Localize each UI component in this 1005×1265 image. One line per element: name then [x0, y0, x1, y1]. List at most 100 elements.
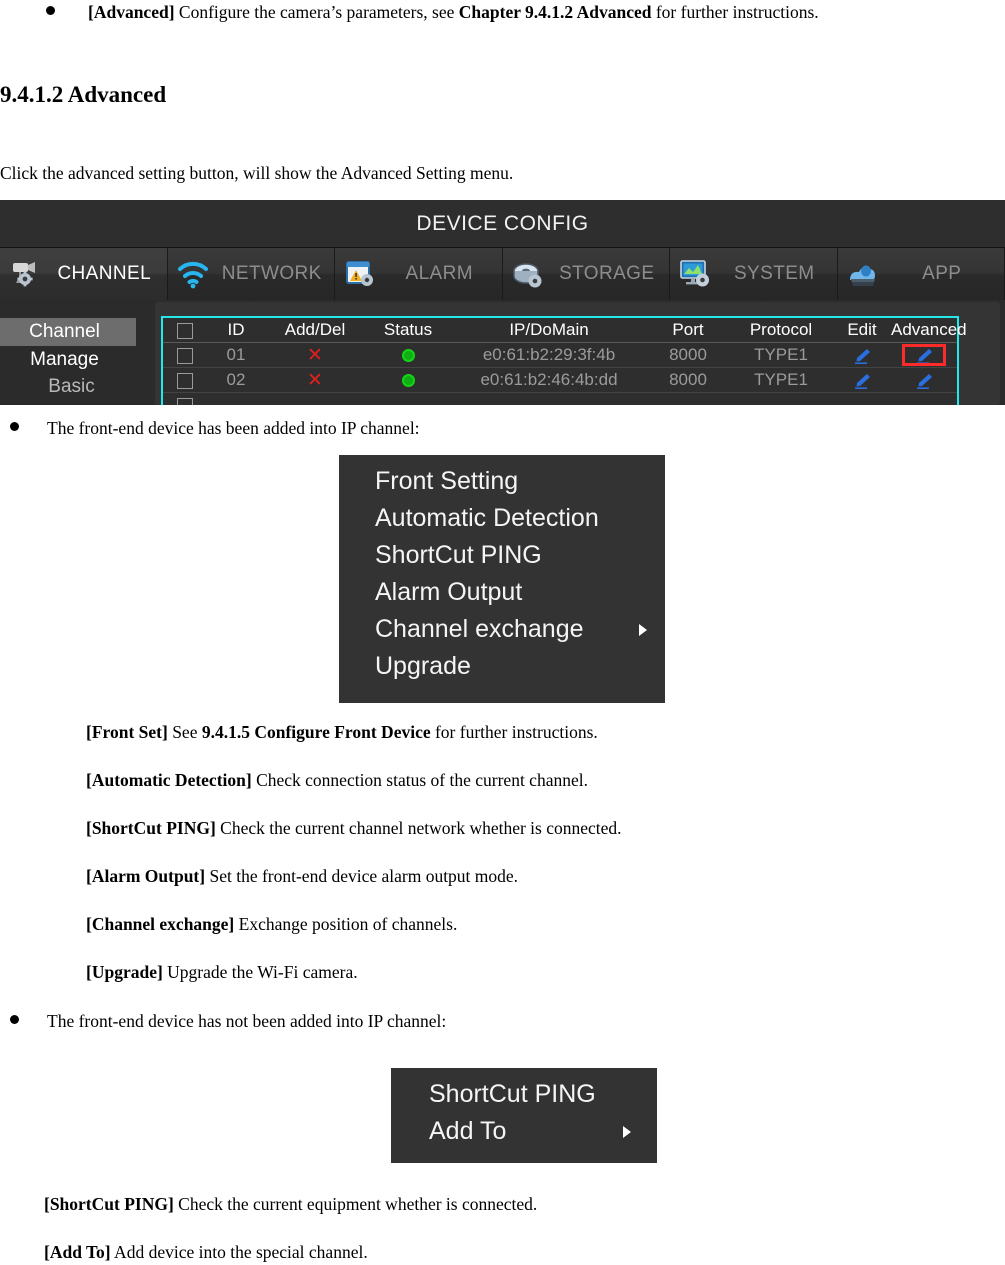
table-row[interactable]: 02 ✕ e0:61:b2:46:4b:dd 8000 TYPE1: [163, 367, 957, 393]
definition-body-1: See: [167, 722, 202, 742]
tab-storage[interactable]: STORAGE: [502, 248, 670, 300]
tab-alarm[interactable]: ALARM: [335, 248, 503, 300]
intro-paragraph: Click the advanced setting button, will …: [0, 163, 514, 183]
tab-app[interactable]: APP: [837, 248, 1005, 300]
delete-x-icon[interactable]: ✕: [307, 370, 323, 391]
row-port: 8000: [647, 342, 729, 368]
status-online-icon: [401, 349, 415, 363]
table-row[interactable]: 01 ✕ e0:61:b2:29:3f:4b 8000 TYPE1: [163, 342, 957, 368]
row-select-cell[interactable]: [163, 367, 207, 393]
menu-item-channel-exchange[interactable]: Channel exchange: [339, 611, 665, 648]
row-advanced[interactable]: [891, 367, 957, 393]
menu-item-upgrade[interactable]: Upgrade: [339, 648, 665, 685]
bullet-dot-icon: [10, 1015, 19, 1024]
tab-system[interactable]: SYSTEM: [670, 248, 838, 300]
row-checkbox[interactable]: [177, 372, 193, 389]
col-ip-domain: IP/DoMain: [451, 318, 647, 343]
definition-body-1: Set the front-end device alarm output mo…: [205, 866, 519, 886]
table-header-row: ID Add/Del Status IP/DoMain Port Protoco…: [163, 318, 967, 343]
row-protocol: TYPE1: [729, 342, 833, 368]
advanced-text-2: for further instructions.: [651, 2, 819, 22]
row-select-cell[interactable]: [163, 392, 207, 405]
edit-pencil-icon[interactable]: [852, 373, 872, 389]
menu-item-label: Upgrade: [375, 652, 471, 680]
row-status: [365, 342, 451, 368]
status-online-icon: [401, 374, 415, 388]
definition-ref: 9.4.1.5 Configure Front Device: [201, 722, 431, 742]
disk-gear-icon: [512, 263, 541, 288]
tab-channel-label: CHANNEL: [57, 263, 152, 284]
row-checkbox[interactable]: [177, 347, 193, 364]
menu-item-label: Automatic Detection: [375, 504, 599, 532]
tab-alarm-label: ALARM: [405, 263, 473, 284]
definition-term: [Front Set]: [86, 722, 168, 742]
row-checkbox[interactable]: [177, 397, 193, 405]
row-edit[interactable]: [833, 367, 891, 393]
sidebar-item-basic[interactable]: Basic: [0, 373, 143, 401]
menu-item-shortcut-ping[interactable]: ShortCut PING: [339, 537, 665, 574]
device-table: ID Add/Del Status IP/DoMain Port Protoco…: [163, 318, 967, 405]
col-port: Port: [647, 318, 729, 343]
menu-item-label: ShortCut PING: [375, 541, 542, 569]
menu-item-shortcut-ping[interactable]: ShortCut PING: [391, 1076, 657, 1113]
sidebar: Channel Manage Basic: [0, 300, 150, 405]
definition-automatic-detection: [Automatic Detection] Check connection s…: [86, 770, 588, 791]
bullet-advanced: [Advanced] Configure the camera’s parame…: [46, 2, 819, 23]
row-select-cell[interactable]: [163, 342, 207, 368]
row-id: 01: [207, 342, 265, 368]
edit-pencil-icon[interactable]: [852, 348, 872, 364]
device-table-container: ID Add/Del Status IP/DoMain Port Protoco…: [161, 316, 967, 405]
row-edit[interactable]: [833, 342, 891, 368]
definition-term: [Channel exchange]: [86, 914, 235, 934]
tab-network[interactable]: NETWORK: [167, 248, 335, 300]
menu-item-front-setting[interactable]: Front Setting: [339, 463, 665, 500]
tab-system-label: SYSTEM: [733, 263, 815, 284]
menu-item-add-to[interactable]: Add To: [391, 1113, 657, 1150]
row-id: 02: [207, 367, 265, 393]
row-add-del[interactable]: ✕: [265, 342, 365, 368]
camera-gear-icon: [13, 262, 35, 287]
menu-item-label: Front Setting: [375, 467, 519, 495]
app-cloud-icon: [849, 265, 875, 286]
definition-body-1: Check the current equipment whether is c…: [173, 1194, 538, 1214]
bullet-device-not-added: The front-end device has not been added …: [10, 1011, 446, 1032]
definition-shortcut-ping: [ShortCut PING] Check the current channe…: [86, 818, 622, 839]
menu-item-alarm-output[interactable]: Alarm Output: [339, 574, 665, 611]
row-port: 8000: [647, 367, 729, 393]
tab-channel[interactable]: CHANNEL: [0, 248, 168, 300]
table-row-partial[interactable]: [163, 392, 957, 405]
section-heading: 9.4.1.2 Advanced: [0, 82, 167, 107]
col-edit: Edit: [833, 318, 891, 343]
wifi-icon: [177, 261, 208, 289]
sidebar-item-channel-manage[interactable]: Channel Manage: [0, 318, 136, 370]
select-all-checkbox[interactable]: [177, 322, 193, 339]
row-advanced[interactable]: [891, 342, 957, 368]
col-protocol: Protocol: [729, 318, 833, 343]
advanced-pencil-icon[interactable]: [914, 373, 934, 389]
menu-item-automatic-detection[interactable]: Automatic Detection: [339, 500, 665, 537]
definition-term: [Add To]: [44, 1242, 111, 1262]
device-config-body: Channel Manage Basic ID Add/Del Status I…: [0, 300, 1005, 405]
bullet-device-added-text: The front-end device has been added into…: [47, 418, 420, 438]
advanced-ref: Chapter 9.4.1.2 Advanced: [458, 2, 652, 22]
advanced-context-menu: Front Setting Automatic Detection ShortC…: [339, 455, 665, 703]
alarm-gear-icon: [346, 261, 373, 286]
window-title: DEVICE CONFIG: [0, 200, 1005, 248]
bullet-device-not-added-text: The front-end device has not been added …: [47, 1011, 447, 1031]
delete-x-icon[interactable]: ✕: [307, 345, 323, 366]
menu-item-label: Channel exchange: [375, 615, 584, 643]
col-add-del: Add/Del: [265, 318, 365, 343]
definition-term: [Alarm Output]: [86, 866, 206, 886]
advanced-pencil-icon[interactable]: [914, 348, 934, 364]
row-ip-domain: e0:61:b2:29:3f:4b: [451, 342, 647, 368]
definition-alarm-output: [Alarm Output] Set the front-end device …: [86, 866, 518, 887]
menu-item-label: ShortCut PING: [429, 1080, 596, 1108]
col-select-all[interactable]: [163, 318, 207, 343]
menu-item-label: Add To: [429, 1117, 507, 1145]
main-tab-bar: CHANNEL NETWORK ALARM STORAGE SYSTEM APP: [0, 248, 1005, 300]
row-add-del[interactable]: ✕: [265, 367, 365, 393]
definition-body-1: Add device into the special channel.: [110, 1242, 368, 1262]
definition-body-1: Upgrade the Wi-Fi camera.: [162, 962, 358, 982]
not-added-context-menu: ShortCut PING Add To: [391, 1068, 657, 1163]
advanced-term: [Advanced]: [88, 2, 175, 22]
